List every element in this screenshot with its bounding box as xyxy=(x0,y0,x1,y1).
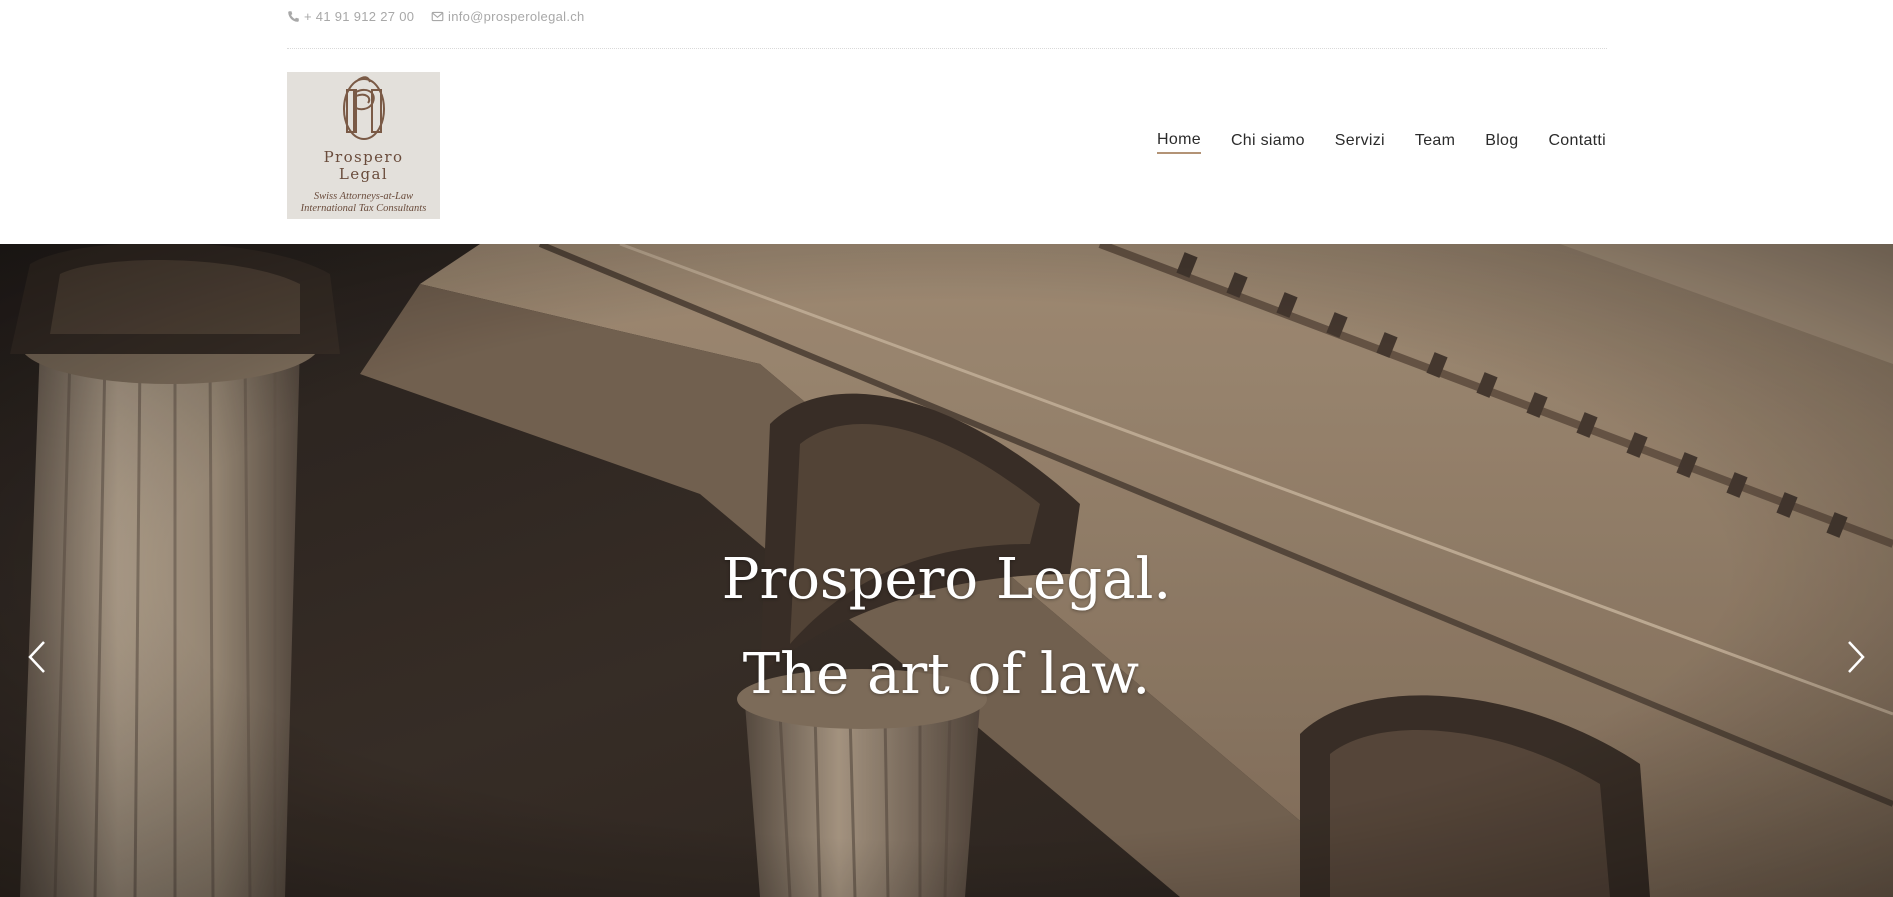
logo-emblem xyxy=(343,76,385,140)
logo-tagline2: International Tax Consultants xyxy=(300,203,427,214)
nav-chi-siamo[interactable]: Chi siamo xyxy=(1231,132,1305,153)
site-logo[interactable]: Prospero Legal Swiss Attorneys-at-Law In… xyxy=(287,72,440,219)
slider-prev-button[interactable] xyxy=(18,632,58,682)
top-contact-bar: + 41 91 912 27 00 info@prosperolegal.ch xyxy=(287,0,1607,49)
email-contact[interactable]: info@prosperolegal.ch xyxy=(431,9,585,24)
logo-name-line1: Prospero xyxy=(323,148,404,166)
phone-contact[interactable]: + 41 91 912 27 00 xyxy=(287,9,414,24)
chevron-right-icon xyxy=(1848,641,1865,673)
nav-contatti[interactable]: Contatti xyxy=(1548,132,1606,153)
phone-icon xyxy=(288,11,299,22)
nav-blog[interactable]: Blog xyxy=(1485,132,1518,153)
site-header: Prospero Legal Swiss Attorneys-at-Law In… xyxy=(0,49,1893,244)
nav-servizi[interactable]: Servizi xyxy=(1335,132,1385,153)
email-address: info@prosperolegal.ch xyxy=(448,9,585,24)
phone-number: + 41 91 912 27 00 xyxy=(304,9,415,24)
nav-team[interactable]: Team xyxy=(1415,132,1455,153)
hero-title-line1: Prospero Legal. xyxy=(721,547,1172,612)
slider-next-button[interactable] xyxy=(1835,632,1875,682)
hero-title-line2: The art of law. xyxy=(742,642,1151,707)
logo-tagline1: Swiss Attorneys-at-Law xyxy=(313,191,414,202)
chevron-left-icon xyxy=(28,641,45,673)
envelope-icon xyxy=(431,11,444,22)
main-navigation: Home Chi siamo Servizi Team Blog Contatt… xyxy=(1127,131,1606,154)
hero-slider: Prospero Legal. The art of law. xyxy=(0,244,1893,897)
logo-name-line2: Legal xyxy=(338,165,389,183)
nav-home[interactable]: Home xyxy=(1157,131,1201,154)
